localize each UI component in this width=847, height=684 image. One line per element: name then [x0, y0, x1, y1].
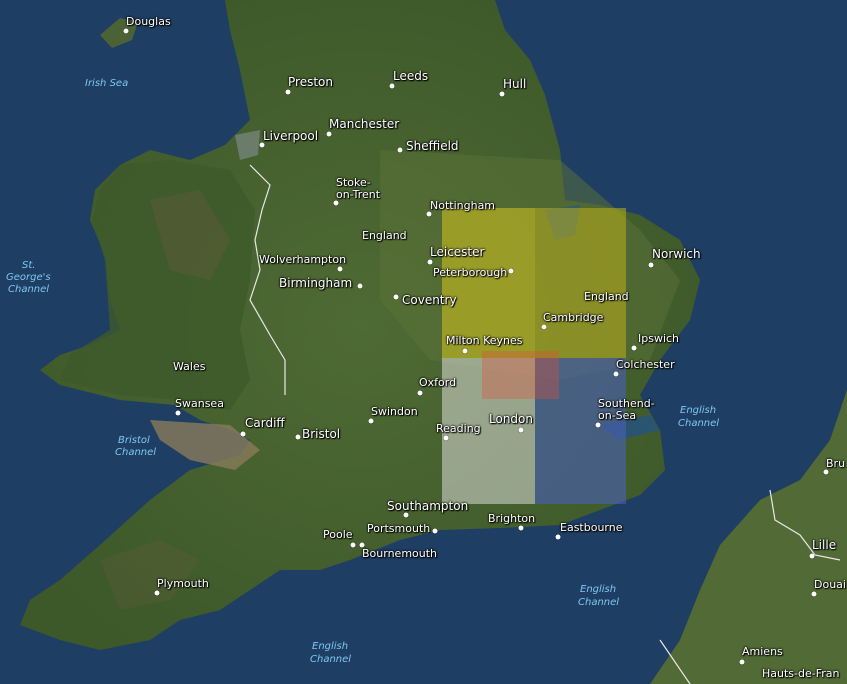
plymouth-dot [154, 590, 160, 596]
brighton-dot [518, 525, 524, 531]
label-st-georges-3: Channel [8, 284, 50, 295]
leeds-dot [389, 83, 395, 89]
label-bristol-channel-1: Bristol [118, 435, 150, 446]
label-amiens: Amiens [742, 645, 783, 658]
label-brighton: Brighton [488, 512, 536, 525]
label-cambridge: Cambridge [543, 311, 604, 324]
label-preston: Preston [288, 75, 333, 89]
peterborough-dot [508, 268, 514, 274]
overlay-tile-red[interactable] [482, 351, 559, 399]
preston-dot [285, 89, 291, 95]
stoke-dot [333, 200, 339, 206]
nottingham-dot [426, 211, 432, 217]
douai-dot [811, 591, 817, 597]
portsmouth-dot [432, 528, 438, 534]
label-nottingham: Nottingham [430, 199, 496, 212]
coventry-dot [393, 294, 399, 300]
label-wolverhampton: Wolverhampton [259, 253, 347, 266]
label-plymouth: Plymouth [157, 577, 209, 590]
label-bristol-channel-2: Channel [115, 447, 157, 458]
label-bru: Bru [826, 457, 846, 470]
label-region-wales: Wales [173, 360, 206, 373]
lille-dot [809, 553, 815, 559]
ipswich-dot [631, 345, 637, 351]
label-southampton: Southampton [387, 499, 469, 513]
label-swindon: Swindon [371, 405, 418, 418]
colchester-dot [613, 371, 619, 377]
label-birmingham: Birmingham [279, 276, 353, 290]
leicester-dot [427, 259, 433, 265]
label-oxford: Oxford [419, 376, 457, 389]
label-english-channel-west-1: English [312, 641, 349, 652]
label-hull: Hull [503, 77, 527, 91]
label-colchester: Colchester [616, 358, 675, 371]
milton-keynes-dot [462, 348, 468, 354]
southend-dot [595, 422, 601, 428]
bru-dot [823, 469, 829, 475]
london-dot [518, 427, 524, 433]
douglas-dot [123, 28, 129, 34]
label-english-channel-west-2: Channel [310, 654, 352, 665]
label-douglas: Douglas [126, 15, 171, 28]
label-douai: Douai [814, 578, 846, 591]
label-milton-keynes: Milton Keynes [446, 334, 523, 347]
label-english-channel-east-2: Channel [678, 418, 720, 429]
label-lille: Lille [812, 538, 837, 552]
label-southend-2: on-Sea [598, 409, 637, 422]
label-leicester: Leicester [430, 245, 485, 259]
label-region-hauts-de-france: Hauts-de-Fran [762, 667, 840, 680]
label-liverpool: Liverpool [263, 129, 319, 143]
label-sheffield: Sheffield [406, 139, 459, 153]
wolverhampton-dot [337, 266, 343, 272]
label-reading: Reading [436, 422, 481, 435]
label-coventry: Coventry [402, 293, 457, 307]
map-view[interactable]: Douglas Preston Leeds Hull Liverpool Man… [0, 0, 847, 684]
hull-dot [499, 91, 505, 97]
label-stoke-2: on-Trent [336, 188, 381, 201]
label-london: London [489, 412, 533, 426]
label-swansea: Swansea [175, 397, 224, 410]
label-english-channel-east-1: English [680, 405, 717, 416]
satellite-basemap [0, 0, 847, 684]
cardiff-dot [240, 431, 246, 437]
cambridge-dot [541, 324, 547, 330]
label-bournemouth: Bournemouth [362, 547, 438, 560]
label-peterborough: Peterborough [433, 266, 508, 279]
label-region-england-east: England [584, 290, 629, 303]
label-norwich: Norwich [652, 247, 701, 261]
label-eastbourne: Eastbourne [560, 521, 623, 534]
norwich-dot [648, 262, 654, 268]
label-irish-sea: Irish Sea [85, 78, 129, 89]
label-leeds: Leeds [393, 69, 429, 83]
label-manchester: Manchester [329, 117, 400, 131]
southampton-dot [403, 512, 409, 518]
label-portsmouth: Portsmouth [367, 522, 431, 535]
amiens-dot [739, 659, 745, 665]
oxford-dot [417, 390, 423, 396]
label-st-georges-1: St. [22, 260, 36, 271]
swansea-dot [175, 410, 181, 416]
label-bristol: Bristol [302, 427, 341, 441]
overlay-tile-yellow-ne[interactable] [535, 208, 626, 358]
label-st-georges-2: George's [6, 272, 51, 283]
label-english-channel-south-1: English [580, 584, 617, 595]
bristol-dot [295, 434, 301, 440]
reading-dot [443, 435, 449, 441]
eastbourne-dot [555, 534, 561, 540]
liverpool-dot [259, 142, 265, 148]
swindon-dot [368, 418, 374, 424]
label-poole: Poole [323, 528, 353, 541]
label-cardiff: Cardiff [245, 416, 285, 430]
label-ipswich: Ipswich [638, 332, 680, 345]
label-english-channel-south-2: Channel [578, 597, 620, 608]
poole-dot [350, 542, 356, 548]
manchester-dot [326, 131, 332, 137]
sheffield-dot [397, 147, 403, 153]
label-region-england: England [362, 229, 407, 242]
birmingham-dot [357, 283, 363, 289]
